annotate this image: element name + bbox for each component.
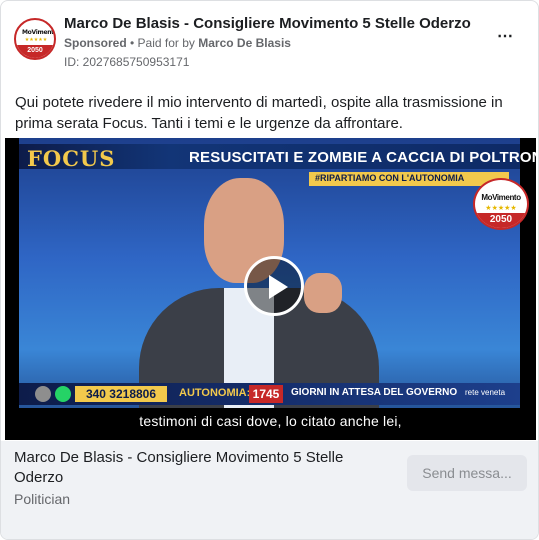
tv-subhead-bar: #RIPARTIAMO CON L'AUTONOMIA — [309, 172, 509, 186]
guest-hand — [304, 273, 342, 313]
sms-icon — [35, 386, 51, 402]
send-message-button[interactable]: Send messa... — [407, 455, 527, 491]
sponsored-post-card: MoVimento ★★★★★ 2050 Marco De Blasis - C… — [0, 0, 539, 540]
days-label: GIORNI IN ATTESA DEL GOVERNO — [291, 387, 458, 398]
tv-top-banner: FOCUS RESUSCITATI E ZOMBIE A CACCIA DI P… — [19, 144, 536, 171]
movimento-badge: MoVimento ★★★★★ 2050 — [473, 178, 529, 230]
avatar-stars: ★★★★★ — [24, 37, 48, 43]
tv-subhead: #RIPARTIAMO CON L'AUTONOMIA — [315, 173, 465, 183]
autonomia-label: AUTONOMIA: — [179, 387, 251, 399]
phone-number: 340 3218806 — [75, 386, 167, 402]
badge-logo-text: MoVimento — [481, 193, 521, 202]
post-body-text: Qui potete rivedere il mio intervento di… — [15, 94, 503, 132]
footer-category: Politician — [14, 491, 71, 507]
network-logo: rete veneta — [465, 388, 506, 397]
play-icon — [269, 275, 288, 299]
focus-show-logo: FOCUS — [27, 146, 116, 171]
video-player[interactable]: FOCUS RESUSCITATI E ZOMBIE A CACCIA DI P… — [5, 138, 536, 440]
badge-year: 2050 — [475, 213, 527, 228]
tv-lower-third: 340 3218806 AUTONOMIA: 1745 GIORNI IN AT… — [19, 383, 520, 405]
tv-headline: RESUSCITATI E ZOMBIE A CACCIA DI POLTRON… — [189, 149, 536, 166]
post-footer: Marco De Blasis - Consigliere Movimento … — [1, 441, 538, 539]
post-header: MoVimento ★★★★★ 2050 Marco De Blasis - C… — [1, 1, 538, 81]
whatsapp-icon — [55, 386, 71, 402]
days-counter: 1745 — [249, 385, 283, 403]
avatar-logo-text: MoVimento — [22, 29, 56, 36]
footer-page-name[interactable]: Marco De Blasis - Consigliere Movimento … — [14, 448, 384, 488]
page-name-link[interactable]: Marco De Blasis - Consigliere Movimento … — [64, 15, 471, 32]
ad-id: ID: 2027685750953171 — [64, 55, 190, 69]
more-options-icon[interactable]: ⋯ — [494, 29, 516, 48]
sponsored-meta: Sponsored • Paid for by Marco De Blasis — [64, 36, 291, 50]
badge-stars: ★★★★★ — [485, 205, 517, 212]
page-avatar[interactable]: MoVimento ★★★★★ 2050 — [14, 18, 56, 60]
payer-name[interactable]: Marco De Blasis — [198, 36, 291, 50]
play-button[interactable] — [244, 256, 304, 316]
paid-for-label: • Paid for by — [126, 36, 199, 50]
sponsored-label[interactable]: Sponsored — [64, 36, 127, 50]
avatar-year: 2050 — [16, 45, 54, 58]
video-caption: testimoni di casi dove, lo citato anche … — [139, 413, 402, 429]
